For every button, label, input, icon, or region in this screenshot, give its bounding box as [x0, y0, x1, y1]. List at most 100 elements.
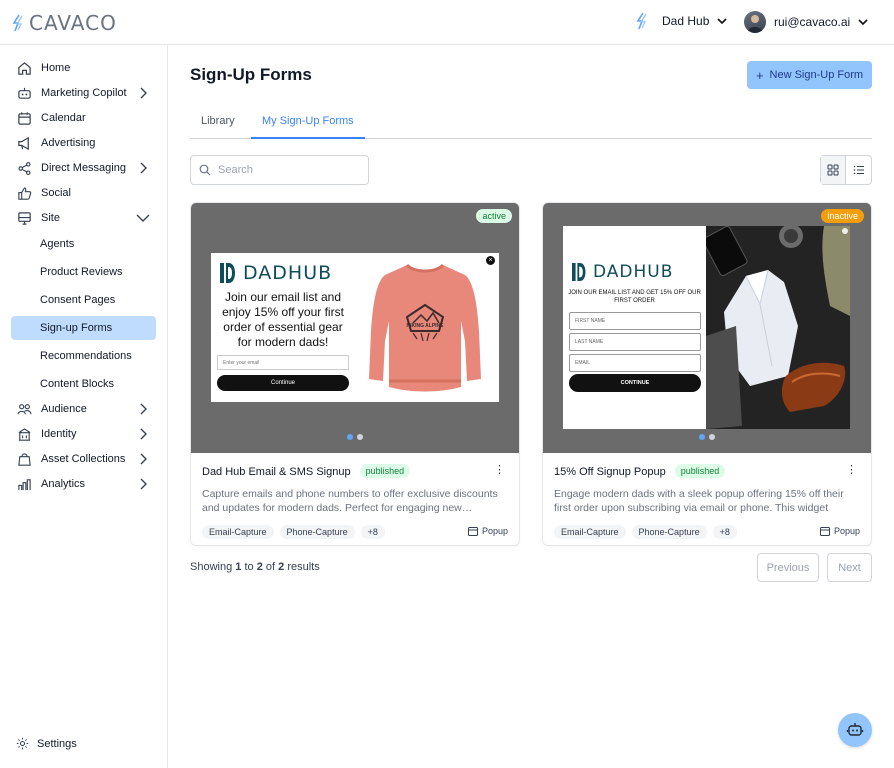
form-card[interactable]: active DADHUB Join our email list and en… — [190, 202, 520, 546]
sidebar-item-settings[interactable]: Settings — [16, 737, 77, 750]
chevron-right-icon — [140, 162, 147, 174]
status-badge: inactive — [821, 209, 864, 223]
popup-form-side: DADHUB JOIN OUR EMAIL LIST AND GET 15% O… — [563, 226, 706, 429]
form-type: Popup — [819, 526, 860, 536]
form-preview[interactable]: active DADHUB Join our email list and en… — [191, 203, 519, 453]
top-header: CAVACO Dad Hub rui@cavaco.ai — [0, 0, 894, 45]
grid-view-button[interactable] — [821, 156, 846, 184]
page-title: Sign-Up Forms — [190, 65, 312, 84]
chevron-down-icon — [136, 214, 150, 222]
thumbs-up-icon — [16, 185, 32, 201]
chevron-right-icon — [140, 403, 147, 415]
sidebar-subitem-content-blocks[interactable]: Content Blocks — [11, 372, 156, 396]
sweatshirt-image: HIKING ALPINE — [369, 263, 481, 392]
robot-icon — [846, 723, 864, 736]
card-title-text: Dad Hub Email & SMS Signup — [202, 466, 351, 478]
sidebar-item-label: Direct Messaging — [41, 162, 126, 174]
sidebar-item-home[interactable]: Home — [11, 56, 156, 80]
sidebar-item-advertising[interactable]: Advertising — [11, 131, 156, 155]
list-icon — [853, 165, 864, 175]
preview-continue-button: Continue — [217, 375, 349, 391]
sidebar-item-analytics[interactable]: Analytics — [11, 472, 156, 496]
avatar — [744, 11, 766, 33]
bar-chart-icon — [16, 476, 32, 492]
hub-switcher[interactable]: Dad Hub — [636, 12, 727, 30]
more-options-icon[interactable]: ⋮ — [494, 465, 505, 476]
sidebar-subitem-product-reviews[interactable]: Product Reviews — [11, 260, 156, 284]
sidebar-item-label: Content Blocks — [40, 378, 114, 390]
tag-more[interactable]: +8 — [712, 525, 737, 539]
sidebar: Home Marketing Copilot Calendar Advertis… — [0, 45, 168, 768]
summary-of-word: of — [265, 561, 276, 573]
list-view-button[interactable] — [846, 156, 871, 184]
tag: Phone-Capture — [631, 525, 707, 539]
form-preview[interactable]: inactive DADHUB JOIN OUR EMAIL LIST AND … — [543, 203, 871, 453]
sidebar-subitem-agents[interactable]: Agents — [11, 232, 156, 256]
sidebar-subitem-consent-pages[interactable]: Consent Pages — [11, 288, 156, 312]
shirt-print-text: HIKING ALPINE — [406, 323, 444, 329]
sidebar-subitem-recommendations[interactable]: Recommendations — [11, 344, 156, 368]
summary-to-word: to — [244, 561, 254, 573]
summary-suffix: results — [287, 561, 320, 573]
sidebar-subitem-sign-up-forms[interactable]: Sign-up Forms — [11, 316, 156, 340]
form-type-label: Popup — [833, 526, 860, 536]
brand-logo[interactable]: CAVACO — [12, 11, 117, 35]
sidebar-item-identity[interactable]: Identity — [11, 422, 156, 446]
users-icon — [16, 401, 32, 417]
search-input[interactable] — [218, 164, 358, 176]
carousel-dot[interactable] — [699, 434, 705, 440]
new-sign-up-form-button[interactable]: + New Sign-Up Form — [747, 61, 872, 89]
card-title: Dad Hub Email & SMS Signup published — [202, 464, 411, 478]
tag-list: Email-Capture Phone-Capture +8 — [554, 525, 737, 539]
user-menu[interactable]: rui@cavaco.ai — [744, 11, 868, 33]
dadhub-mark-icon — [220, 263, 235, 283]
publish-badge: published — [674, 464, 726, 478]
carousel-dot[interactable] — [347, 434, 353, 440]
form-card[interactable]: inactive DADHUB JOIN OUR EMAIL LIST AND … — [542, 202, 872, 546]
next-page-button[interactable]: Next — [827, 553, 872, 582]
view-toggle — [820, 155, 872, 185]
form-type-label: Popup — [481, 526, 508, 536]
preview-email-field: EMAIL — [569, 354, 701, 372]
sidebar-item-site[interactable]: Site — [11, 206, 156, 230]
tab-my-sign-up-forms[interactable]: My Sign-Up Forms — [251, 115, 365, 139]
tag: Email-Capture — [202, 525, 274, 539]
carousel-dot[interactable] — [357, 434, 363, 440]
sidebar-item-label: Site — [41, 212, 60, 224]
assistant-button[interactable] — [838, 713, 872, 747]
sidebar-item-audience[interactable]: Audience — [11, 397, 156, 421]
sidebar-item-social[interactable]: Social — [11, 181, 156, 205]
sidebar-item-marketing-copilot[interactable]: Marketing Copilot — [11, 81, 156, 105]
search-box[interactable] — [190, 155, 369, 185]
chevron-right-icon — [140, 428, 147, 440]
preview-email-field: Enter your email — [217, 355, 349, 370]
form-type: Popup — [467, 526, 508, 536]
sidebar-item-asset-collections[interactable]: Asset Collections — [11, 447, 156, 471]
sidebar-item-direct-messaging[interactable]: Direct Messaging — [11, 156, 156, 180]
preview-headline: Join our email list and enjoy 15% off yo… — [222, 290, 344, 349]
sidebar-item-label: Analytics — [41, 478, 86, 490]
chevron-down-icon — [717, 18, 727, 25]
hub-name: Dad Hub — [662, 14, 710, 28]
more-options-icon[interactable]: ⋮ — [846, 465, 857, 476]
carousel-dot[interactable] — [709, 434, 715, 440]
sidebar-item-calendar[interactable]: Calendar — [11, 106, 156, 130]
calendar-icon — [16, 110, 32, 126]
tag-more[interactable]: +8 — [360, 525, 385, 539]
chevron-right-icon — [140, 87, 147, 99]
dadhub-logo: DADHUB — [220, 262, 332, 284]
gear-icon — [16, 737, 29, 750]
chevron-right-icon — [140, 453, 147, 465]
sidebar-item-label: Consent Pages — [40, 294, 116, 306]
preview-close-icon — [842, 228, 848, 234]
grid-icon — [827, 164, 839, 176]
preview-continue-button: CONTINUE — [569, 374, 701, 392]
tab-library[interactable]: Library — [201, 115, 235, 139]
home-icon — [16, 60, 32, 76]
summary-total: 2 — [278, 561, 285, 573]
previous-page-button[interactable]: Previous — [757, 553, 819, 582]
sidebar-item-label: Identity — [41, 428, 77, 440]
cavaco-logo-icon — [12, 14, 23, 32]
hub-logo-icon — [636, 12, 647, 30]
settings-label: Settings — [37, 737, 77, 750]
